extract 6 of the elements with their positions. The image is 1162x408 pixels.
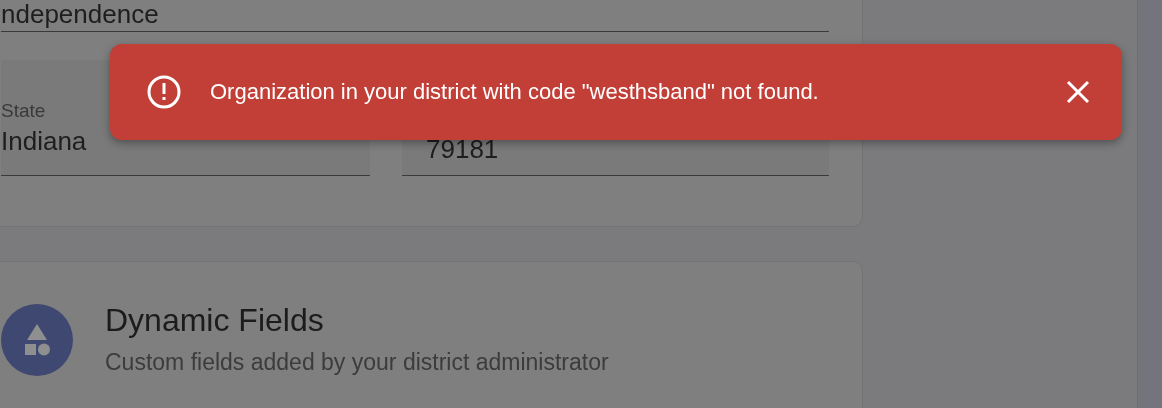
section-subtitle: Custom fields added by your district administrator	[105, 349, 609, 376]
field-label: State	[1, 100, 47, 122]
toast-message: Organization in your district with code "westhsband" not found.	[210, 79, 820, 105]
field-value: 79181	[426, 134, 500, 165]
field-value: Indiana	[1, 126, 88, 157]
section-title: Dynamic Fields	[105, 302, 325, 339]
